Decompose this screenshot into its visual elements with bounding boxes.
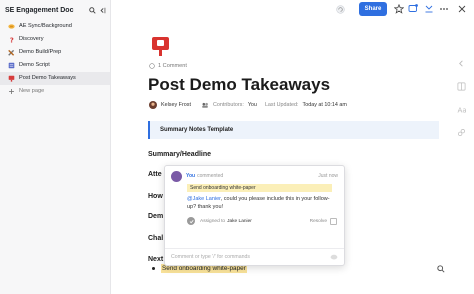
contributors-label: Contributors:	[212, 102, 244, 108]
sidebar-item-discovery[interactable]: ? Discovery	[0, 33, 110, 46]
heading-summary[interactable]: Summary/Headline	[148, 151, 211, 158]
collapse-sidebar-icon[interactable]	[99, 7, 106, 14]
comment-count-label: 1 Comment	[158, 63, 187, 69]
question-icon: ?	[8, 36, 15, 43]
new-page-label: New page	[19, 88, 45, 95]
author-avatar	[149, 101, 157, 109]
sidebar: SE Engagement Doc AE Sync/Background ? D…	[0, 0, 111, 294]
heading-next[interactable]: Next	[148, 256, 163, 263]
star-icon[interactable]	[394, 4, 404, 14]
sidebar-header-icons	[89, 6, 106, 14]
contributors-value: You	[247, 102, 257, 108]
comment-time: Just now	[318, 173, 338, 179]
svg-text:?: ?	[10, 36, 14, 43]
comment-input[interactable]: Comment or type '/' for commands	[165, 248, 344, 265]
link-icon[interactable]	[457, 124, 467, 142]
svg-text:Aa: Aa	[457, 106, 466, 114]
send-icon[interactable]	[330, 254, 338, 261]
sidebar-item-demo-script[interactable]: Demo Script	[0, 59, 110, 72]
close-icon[interactable]	[457, 4, 467, 14]
collapse-rail-icon[interactable]	[457, 55, 467, 73]
sidebar-item-label: Demo Script	[19, 62, 50, 69]
sidebar-item-label: Discovery	[19, 36, 44, 43]
resolve-checkbox[interactable]	[330, 217, 337, 225]
heading-challenges[interactable]: Chal	[148, 235, 163, 242]
doc-emoji-icon[interactable]	[151, 36, 170, 57]
comments-icon[interactable]	[408, 4, 418, 14]
author-name[interactable]: Kelsey Frost	[161, 102, 191, 108]
mention-link[interactable]: @Jake Lanier	[187, 196, 221, 202]
resolve-label: Resolve	[309, 218, 327, 224]
sync-status-icon[interactable]	[336, 5, 345, 14]
sidebar-item-label: Post Demo Takeaways	[19, 75, 76, 82]
plus-icon	[8, 88, 15, 95]
takeaway-icon	[8, 75, 15, 82]
comment-footer: Assigned to Jake Lanier Resolve	[187, 216, 337, 226]
last-updated-label: Last Updated:	[264, 102, 299, 108]
comment-bubble-icon	[149, 63, 155, 69]
comment-verb: commented	[197, 173, 224, 179]
assigned-label: Assigned to	[200, 218, 226, 224]
handshake-icon	[8, 23, 15, 30]
search-doc-icon[interactable]	[437, 265, 445, 273]
comment-header: You commented Just now	[165, 166, 344, 182]
more-options-icon[interactable]	[439, 4, 449, 14]
comment-body: @Jake Lanier, could you please include t…	[187, 196, 337, 211]
comment-quote: Send onboarding white-paper	[187, 184, 332, 192]
sidebar-item-post-demo-takeaways[interactable]: Post Demo Takeaways	[0, 72, 110, 85]
comment-input-placeholder: Comment or type '/' for commands	[171, 254, 250, 260]
download-icon[interactable]	[424, 4, 434, 14]
comment-count[interactable]: 1 Comment	[149, 63, 187, 69]
bullet-dot	[152, 267, 155, 270]
script-icon	[8, 62, 15, 69]
contributors-icon	[201, 101, 209, 109]
doc-title-sidebar[interactable]: SE Engagement Doc	[5, 7, 89, 14]
comment-popup: You commented Just now Send onboarding w…	[164, 165, 345, 266]
heading-demo[interactable]: Dem	[148, 213, 163, 220]
sidebar-item-label: Demo Build/Prep	[19, 49, 62, 56]
heading-how[interactable]: How	[148, 193, 163, 200]
page-title[interactable]: Post Demo Takeaways	[148, 75, 330, 95]
share-button[interactable]: Share	[359, 2, 387, 16]
sidebar-item-label: AE Sync/Background	[19, 23, 72, 30]
text-format-icon[interactable]: Aa	[457, 101, 467, 119]
new-page-button[interactable]: New page	[0, 85, 110, 98]
heading-attendees[interactable]: Atte	[148, 171, 162, 178]
doc-meta: Kelsey Frost Contributors: You Last Upda…	[149, 101, 347, 109]
last-updated-value: Today at 10:14 am	[302, 102, 347, 108]
sidebar-item-ae-sync[interactable]: AE Sync/Background	[0, 20, 110, 33]
search-icon[interactable]	[89, 6, 96, 14]
tools-icon	[8, 49, 15, 56]
layout-icon[interactable]	[457, 78, 467, 96]
right-rail: Aa	[457, 55, 467, 147]
topbar: Share	[112, 0, 474, 20]
sidebar-item-demo-build[interactable]: Demo Build/Prep	[0, 46, 110, 59]
commenter-name: You	[186, 173, 196, 179]
sidebar-header: SE Engagement Doc	[0, 0, 110, 20]
commenter-avatar	[171, 170, 182, 182]
callout-block[interactable]: Summary Notes Template	[148, 121, 439, 139]
assignee-name[interactable]: Jake Lanier	[227, 219, 310, 224]
check-icon[interactable]	[187, 217, 195, 225]
